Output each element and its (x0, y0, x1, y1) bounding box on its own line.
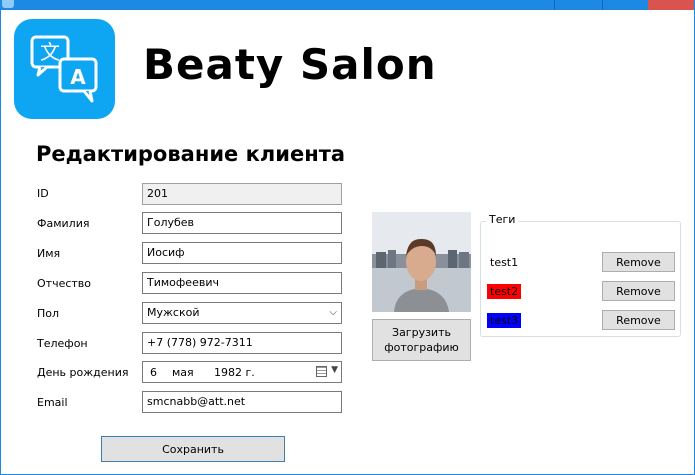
id-field: 201 (142, 183, 342, 205)
surname-label: Фамилия (37, 217, 90, 230)
birthday-year[interactable]: 1982 г. (214, 366, 255, 379)
remove-tag-button[interactable]: Remove (602, 310, 675, 330)
tags-group-label: Теги (486, 213, 519, 226)
save-button[interactable]: Сохранить (101, 436, 285, 462)
tag-item: test1 (487, 255, 522, 270)
client-photo (372, 212, 471, 312)
patronymic-label: Отчество (37, 277, 92, 290)
remove-tag-button[interactable]: Remove (602, 252, 675, 272)
gender-label: Пол (37, 307, 60, 320)
email-field[interactable]: smcnabb@att.net (142, 391, 342, 413)
upload-label-line1: Загрузить (392, 326, 451, 339)
name-field[interactable]: Иосиф (142, 242, 342, 264)
surname-field[interactable]: Голубев (142, 212, 342, 234)
id-label: ID (37, 187, 49, 200)
patronymic-field[interactable]: Тимофеевич (142, 272, 342, 294)
birthday-day[interactable]: 6 (150, 366, 157, 379)
calendar-icon[interactable] (316, 366, 327, 377)
name-label: Имя (37, 247, 61, 260)
page-title: Редактирование клиента (36, 142, 346, 166)
logo-glyph-right: A (70, 65, 86, 89)
chevron-down-icon[interactable]: ⌵ (329, 307, 337, 318)
tag-item: test3 (487, 313, 522, 328)
dropdown-arrow-icon[interactable]: ▼ (331, 365, 338, 375)
birthday-label: День рождения (37, 366, 129, 379)
birthday-picker[interactable]: 6 мая 1982 г. ▼ (142, 361, 342, 383)
phone-label: Телефон (37, 337, 88, 350)
logo-glyph-left: 文 (40, 40, 60, 64)
tag-item: test2 (487, 284, 522, 299)
phone-field[interactable]: +7 (778) 972-7311 (142, 332, 342, 354)
upload-label-line2: фотографию (384, 341, 459, 354)
email-label: Email (37, 396, 68, 409)
birthday-month[interactable]: мая (172, 366, 194, 379)
gender-value: Мужской (147, 306, 200, 319)
upload-photo-button[interactable]: Загрузить фотографию (372, 319, 471, 361)
translate-icon: 文 A (14, 19, 115, 119)
app-title: Beaty Salon (143, 40, 437, 89)
gender-select[interactable]: Мужской ⌵ (142, 302, 342, 324)
remove-tag-button[interactable]: Remove (602, 281, 675, 301)
